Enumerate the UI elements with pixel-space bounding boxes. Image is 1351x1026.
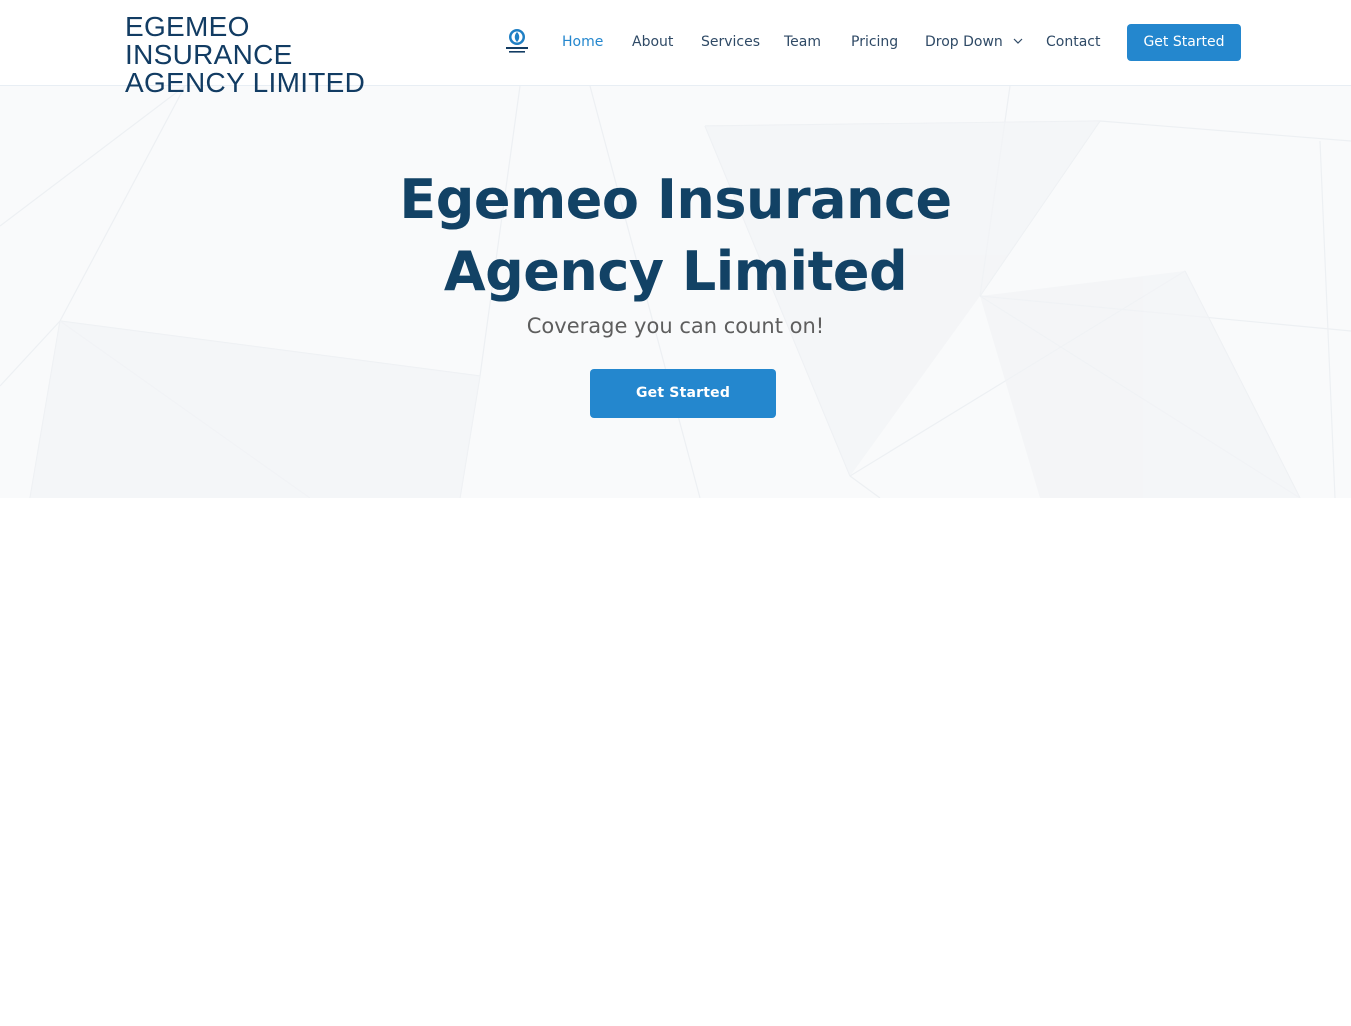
- hero-title: Egemeo Insurance Agency Limited: [0, 164, 1351, 308]
- shield-logo-icon[interactable]: [503, 27, 531, 57]
- hero-title-line-2: Agency Limited: [443, 240, 908, 303]
- hero-get-started-button[interactable]: Get Started: [590, 369, 776, 418]
- chevron-down-icon: [1013, 33, 1023, 51]
- hero-section: Egemeo Insurance Agency Limited Coverage…: [0, 86, 1351, 498]
- nav-contact[interactable]: Contact: [1046, 33, 1100, 51]
- brand-line-2: AGENCY LIMITED: [125, 67, 366, 98]
- site-header: EGEMEO INSURANCE AGENCY LIMITED Home Abo…: [0, 0, 1351, 97]
- nav-dropdown[interactable]: Drop Down: [925, 33, 1023, 51]
- nav-services[interactable]: Services: [701, 33, 760, 51]
- header-get-started-button[interactable]: Get Started: [1127, 24, 1241, 61]
- hero-subtitle: Coverage you can count on!: [526, 314, 825, 338]
- nav-home[interactable]: Home: [562, 33, 603, 51]
- nav-team[interactable]: Team: [784, 33, 821, 51]
- brand-line-1: EGEMEO INSURANCE: [125, 11, 293, 70]
- nav-dropdown-label: Drop Down: [925, 34, 1003, 50]
- nav-about[interactable]: About: [632, 33, 673, 51]
- brand-name[interactable]: EGEMEO INSURANCE AGENCY LIMITED: [125, 13, 425, 97]
- hero-title-line-1: Egemeo Insurance: [399, 168, 952, 231]
- nav-pricing[interactable]: Pricing: [851, 33, 898, 51]
